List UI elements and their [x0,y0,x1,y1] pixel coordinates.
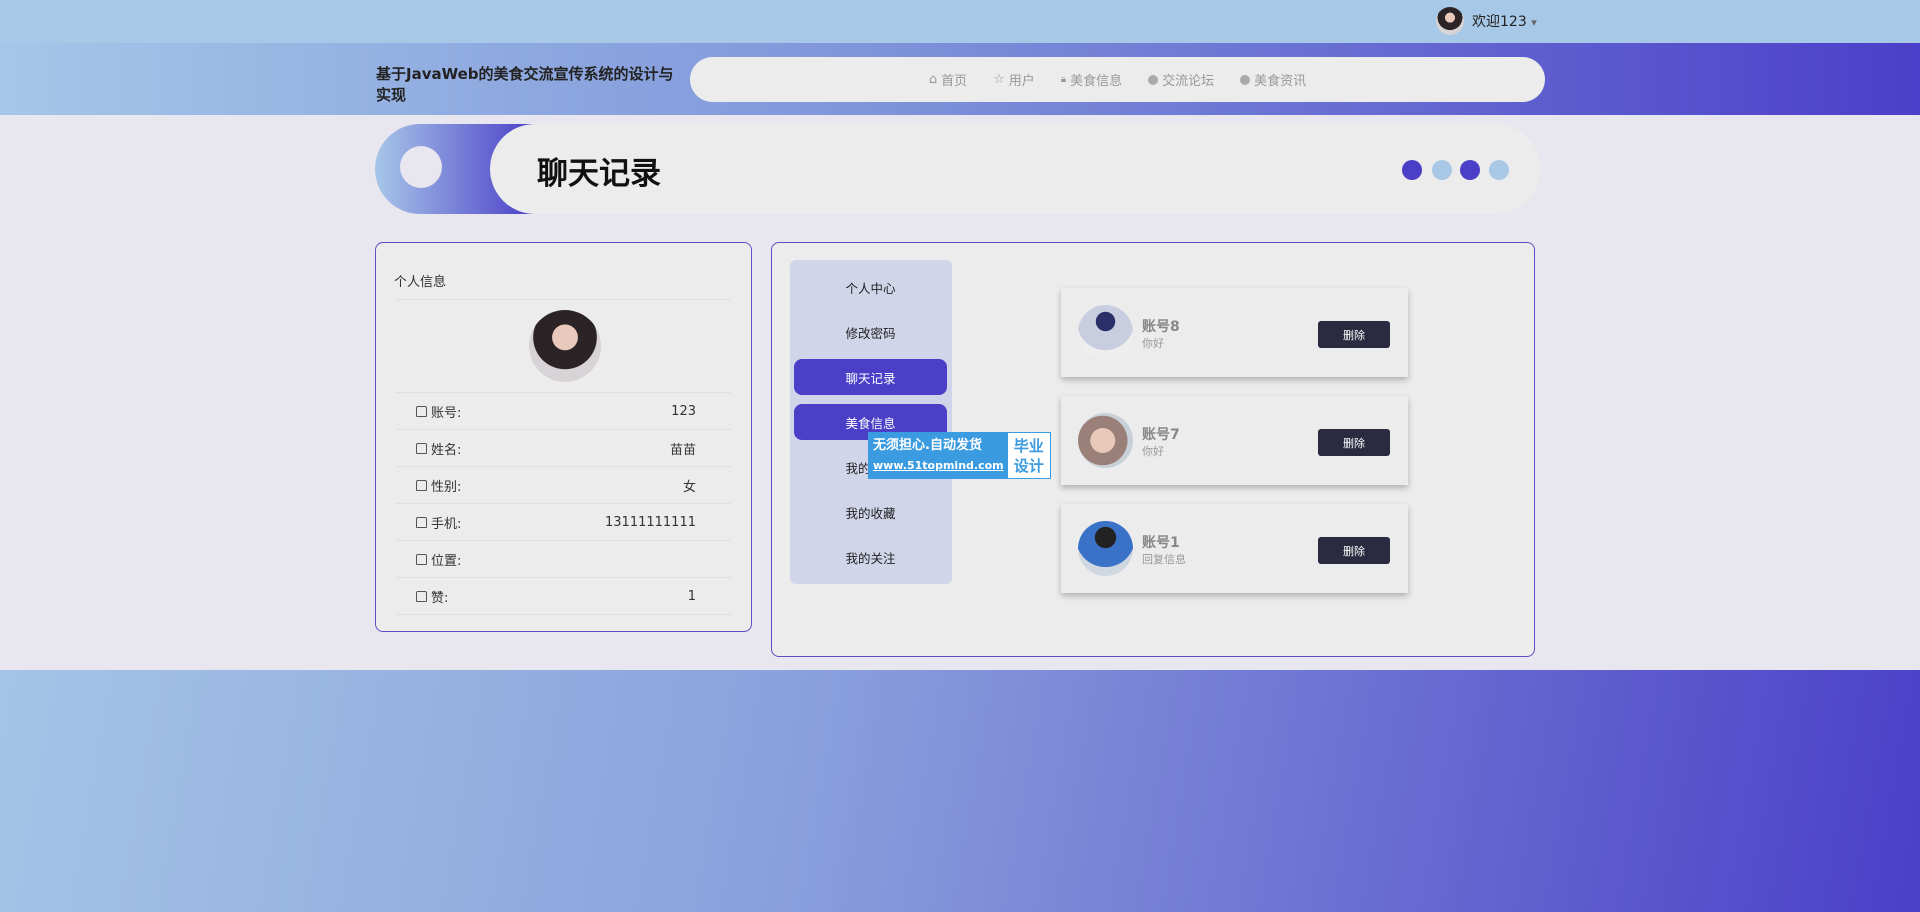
home-icon [416,480,427,491]
chat-item[interactable]: 账号8 你好 删除 [1061,288,1408,377]
banner-dot [1489,160,1509,180]
home-icon: ⌂ [929,72,937,87]
row-label: 账号: [431,402,461,421]
site-title: 基于JavaWeb的美食交流宣传系统的设计与实现 [376,64,676,106]
menu-item-favorites[interactable]: 我的收藏 [794,494,947,530]
menu-item-change-password[interactable]: 修改密码 [794,314,947,350]
watermark-badge: 设计 [1008,456,1050,476]
user-avatar[interactable] [1436,7,1464,35]
watermark-url: www.51topmind.com [873,456,1004,476]
menu-item-personal-center[interactable]: 个人中心 [794,269,947,305]
row-label: 赞: [431,587,448,606]
home-icon [416,406,427,417]
nav-label: 用户 [1009,70,1035,89]
chevron-down-icon: ▾ [1531,16,1537,29]
chat-item[interactable]: 账号1 回复信息 删除 [1061,504,1408,593]
delete-button[interactable]: 删除 [1318,321,1390,348]
row-value: 女 [683,476,696,495]
banner-circle [400,146,442,188]
nav-users[interactable]: ☆ 用户 [993,70,1035,89]
divider [396,299,731,300]
circle-icon [1240,75,1250,85]
star-icon: ☆ [993,72,1005,87]
home-icon [416,591,427,602]
chat-avatar [1078,521,1133,576]
menu-item-chat-history[interactable]: 聊天记录 [794,359,947,395]
row-value: 123 [671,404,696,419]
user-menu[interactable]: 欢迎123 ▾ [1472,11,1537,31]
profile-row-location: 位置: [396,541,731,578]
home-icon [416,554,427,565]
side-menu: 个人中心 修改密码 聊天记录 美食信息 我的发布 我的收藏 我的关注 [790,260,952,584]
row-label: 手机: [431,513,461,532]
nav-home[interactable]: ⌂ 首页 [929,70,967,89]
home-icon [416,443,427,454]
row-value: 1 [688,589,696,604]
chat-name: 账号8 [1142,316,1180,336]
chat-message: 你好 [1142,443,1164,459]
profile-row-likes: 赞: 1 [396,578,731,615]
profile-row-gender: 性别: 女 [396,467,731,504]
chat-avatar [1078,305,1133,360]
bag-icon: 🔒︎ [1061,74,1066,85]
top-bar [0,0,1920,43]
banner-dot [1432,160,1452,180]
watermark-overlay: 无须担心.自动发货www.51topmind.com 毕业设计 [868,432,1051,479]
row-label: 位置: [431,550,461,569]
row-label: 姓名: [431,439,461,458]
welcome-text: 欢迎123 [1472,14,1527,30]
menu-item-following[interactable]: 我的关注 [794,539,947,575]
profile-title: 个人信息 [394,271,446,290]
nav-label: 交流论坛 [1162,70,1214,89]
profile-card: 个人信息 账号: 123 姓名: 苗苗 性别: 女 手机: 13111111111 位置… [375,242,752,632]
chat-name: 账号7 [1142,424,1180,444]
profile-avatar [529,310,601,382]
chat-message: 回复信息 [1142,551,1186,567]
chat-avatar [1078,413,1133,468]
home-icon [416,517,427,528]
nav-label: 首页 [941,70,967,89]
chat-item[interactable]: 账号7 你好 删除 [1061,396,1408,485]
nav-food-info[interactable]: 🔒︎ 美食信息 [1061,70,1122,89]
circle-icon [1148,75,1158,85]
delete-button[interactable]: 删除 [1318,537,1390,564]
profile-row-phone: 手机: 13111111111 [396,504,731,541]
nav-news[interactable]: 美食资讯 [1240,70,1306,89]
nav-label: 美食信息 [1070,70,1122,89]
row-value: 苗苗 [670,439,696,458]
banner-dot [1460,160,1480,180]
chat-message: 你好 [1142,335,1164,351]
watermark-text: 无须担心.自动发货 [873,436,1004,456]
page-title: 聊天记录 [537,148,661,193]
delete-button[interactable]: 删除 [1318,429,1390,456]
profile-row-name: 姓名: 苗苗 [396,430,731,467]
main-nav: ⌂ 首页 ☆ 用户 🔒︎ 美食信息 交流论坛 美食资讯 [690,57,1545,102]
nav-forum[interactable]: 交流论坛 [1148,70,1214,89]
banner-dot [1402,160,1422,180]
watermark-badge: 毕业 [1008,436,1050,456]
row-label: 性别: [431,476,461,495]
profile-row-account: 账号: 123 [396,393,731,430]
row-value: 13111111111 [605,515,696,530]
chat-name: 账号1 [1142,532,1180,552]
nav-label: 美食资讯 [1254,70,1306,89]
